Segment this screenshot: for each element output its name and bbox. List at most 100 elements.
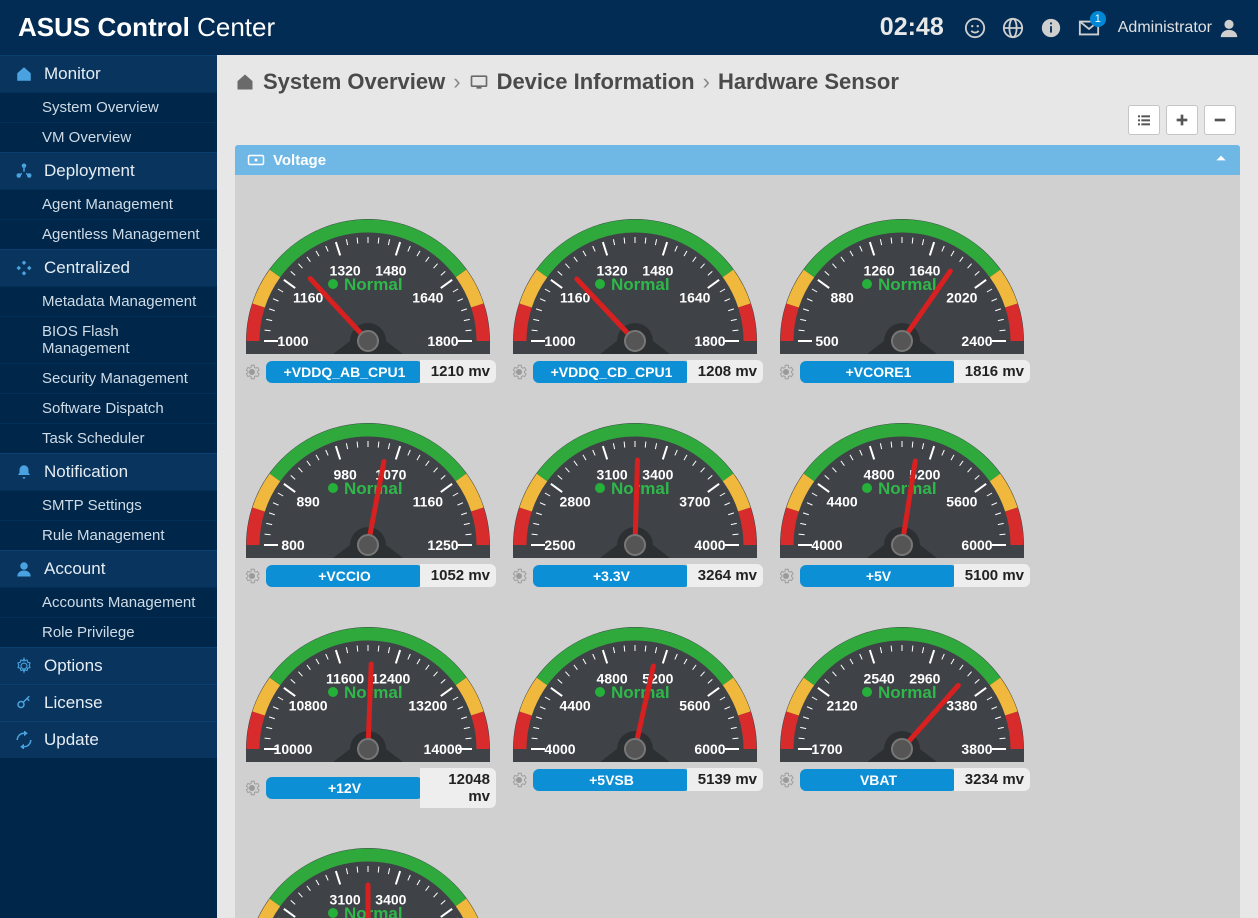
gauge-footer: +3.3V3264 mv xyxy=(508,560,763,587)
deploy-icon xyxy=(14,162,34,180)
svg-text:1000: 1000 xyxy=(277,333,308,349)
gauge-+3.3V: 250028003100340037004000Normal+3.3V3264 … xyxy=(508,395,763,587)
sidebar-section-license[interactable]: License xyxy=(0,684,217,721)
gear-icon[interactable] xyxy=(777,771,795,789)
user-icon xyxy=(14,560,34,578)
sidebar-item-bios-flash-management[interactable]: BIOS Flash Management xyxy=(0,316,217,363)
sidebar-section-deployment[interactable]: Deployment xyxy=(0,152,217,189)
gauge-footer: VBAT3234 mv xyxy=(775,764,1030,791)
sidebar-item-smtp-settings[interactable]: SMTP Settings xyxy=(0,490,217,520)
gauge-+5VSB: 400044004800520056006000Normal+5VSB5139 … xyxy=(508,599,763,808)
gauge-value: 5139 mv xyxy=(687,768,763,791)
panel-toolbar xyxy=(217,105,1258,145)
sidebar-item-agent-management[interactable]: Agent Management xyxy=(0,189,217,219)
gauge-value: 1208 mv xyxy=(687,360,763,383)
breadcrumb-separator: › xyxy=(453,69,460,95)
gauge-+12V: 100001080011600124001320014000Normal+12V… xyxy=(241,599,496,808)
sidebar-section-account[interactable]: Account xyxy=(0,550,217,587)
svg-text:1160: 1160 xyxy=(293,290,324,306)
sidebar-section-update[interactable]: Update xyxy=(0,721,217,758)
central-icon xyxy=(14,259,34,277)
gear-icon[interactable] xyxy=(777,567,795,585)
gear-icon[interactable] xyxy=(510,771,528,789)
gauge-+VDDQ_CD_CPU1: 100011601320148016401800Normal+VDDQ_CD_C… xyxy=(508,191,763,383)
gear-icon[interactable] xyxy=(243,363,261,381)
gauge-name: +VCCIO xyxy=(266,565,423,587)
svg-text:1000: 1000 xyxy=(544,333,575,349)
collapse-button[interactable] xyxy=(1204,105,1236,135)
info-icon[interactable] xyxy=(1036,13,1066,43)
sidebar-item-rule-management[interactable]: Rule Management xyxy=(0,520,217,550)
gauge-name: +VCORE1 xyxy=(800,361,957,383)
svg-text:3800: 3800 xyxy=(961,741,992,757)
sidebar-item-task-scheduler[interactable]: Task Scheduler xyxy=(0,423,217,453)
breadcrumb-device-information[interactable]: Device Information xyxy=(497,69,695,95)
gear-icon[interactable] xyxy=(243,567,261,585)
svg-text:2120: 2120 xyxy=(827,698,858,714)
gauge-dial: 400044004800520056006000Normal xyxy=(775,395,1030,560)
sidebar-item-software-dispatch[interactable]: Software Dispatch xyxy=(0,393,217,423)
svg-text:500: 500 xyxy=(815,333,839,349)
sidebar-item-security-management[interactable]: Security Management xyxy=(0,363,217,393)
panel-header[interactable]: Voltage xyxy=(235,145,1240,175)
sidebar-section-notification[interactable]: Notification xyxy=(0,453,217,490)
panel-collapse-icon[interactable] xyxy=(1214,151,1228,169)
svg-text:Normal: Normal xyxy=(344,479,403,498)
gauge-name: +3.3V xyxy=(533,565,690,587)
gauge-value: 1816 mv xyxy=(954,360,1030,383)
svg-text:1700: 1700 xyxy=(811,741,842,757)
svg-text:1800: 1800 xyxy=(694,333,725,349)
sidebar-section-centralized[interactable]: Centralized xyxy=(0,249,217,286)
gauge-dial: 250028003100340037004000Normal xyxy=(241,820,496,918)
globe-icon[interactable] xyxy=(998,13,1028,43)
svg-text:1250: 1250 xyxy=(427,537,458,553)
sidebar-section-monitor[interactable]: Monitor xyxy=(0,55,217,92)
gauge-extra: 250028003100340037004000Normal xyxy=(241,820,496,918)
gear-icon xyxy=(14,657,34,675)
breadcrumb-system-overview[interactable]: System Overview xyxy=(263,69,445,95)
list-view-button[interactable] xyxy=(1128,105,1160,135)
svg-text:10000: 10000 xyxy=(274,741,313,757)
svg-text:14000: 14000 xyxy=(424,741,463,757)
gauge-dial: 800890980107011601250Normal xyxy=(241,395,496,560)
mail-badge: 1 xyxy=(1090,11,1106,27)
gauge-footer: +VCCIO1052 mv xyxy=(241,560,496,587)
gauge-footer: +12V12048 mv xyxy=(241,764,496,808)
sidebar-item-vm-overview[interactable]: VM Overview xyxy=(0,122,217,152)
svg-text:3700: 3700 xyxy=(679,494,710,510)
gauge-VBAT: 170021202540296033803800NormalVBAT3234 m… xyxy=(775,599,1030,808)
app-title-thin: Center xyxy=(190,12,275,42)
svg-text:5600: 5600 xyxy=(679,698,710,714)
gear-icon[interactable] xyxy=(243,779,261,797)
gauge-name: +5VSB xyxy=(533,769,690,791)
svg-text:1800: 1800 xyxy=(427,333,458,349)
mail-icon[interactable]: 1 xyxy=(1074,13,1104,43)
gauge-footer: +VCORE11816 mv xyxy=(775,356,1030,383)
sidebar-section-options[interactable]: Options xyxy=(0,647,217,684)
gauges-grid: 100011601320148016401800Normal+VDDQ_AB_C… xyxy=(235,175,1240,918)
sidebar-item-metadata-management[interactable]: Metadata Management xyxy=(0,286,217,316)
sidebar-item-accounts-management[interactable]: Accounts Management xyxy=(0,587,217,617)
svg-text:6000: 6000 xyxy=(694,741,725,757)
clock: 02:48 xyxy=(880,13,944,42)
svg-text:3380: 3380 xyxy=(946,698,977,714)
expand-button[interactable] xyxy=(1166,105,1198,135)
gauge-dial: 170021202540296033803800Normal xyxy=(775,599,1030,764)
gear-icon[interactable] xyxy=(777,363,795,381)
svg-text:Normal: Normal xyxy=(611,275,670,294)
svg-text:13200: 13200 xyxy=(408,698,447,714)
sidebar-item-agentless-management[interactable]: Agentless Management xyxy=(0,219,217,249)
svg-text:880: 880 xyxy=(830,290,854,306)
user-icon xyxy=(1218,17,1240,39)
sidebar-item-system-overview[interactable]: System Overview xyxy=(0,92,217,122)
app-title: ASUS Control Center xyxy=(18,12,275,43)
user-menu[interactable]: Administrator xyxy=(1118,17,1240,39)
smile-icon[interactable] xyxy=(960,13,990,43)
sidebar-item-role-privilege[interactable]: Role Privilege xyxy=(0,617,217,647)
gear-icon[interactable] xyxy=(510,363,528,381)
voltage-panel: Voltage 100011601320148016401800Normal+V… xyxy=(235,145,1240,918)
gear-icon[interactable] xyxy=(510,567,528,585)
gauge-value: 3264 mv xyxy=(687,564,763,587)
user-name: Administrator xyxy=(1118,19,1212,37)
svg-text:Normal: Normal xyxy=(344,904,403,918)
